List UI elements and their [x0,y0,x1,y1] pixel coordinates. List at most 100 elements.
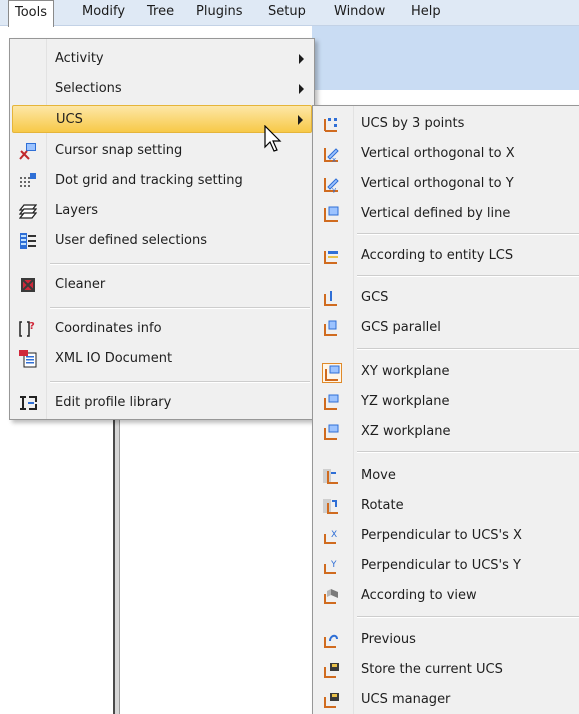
svg-text:y: y [332,186,336,193]
ucs-store-current-item[interactable]: Store the current UCS [315,656,577,684]
menu-item-label: Vertical orthogonal to Y [361,176,514,191]
move-ucs-icon [323,469,338,484]
menu-separator [50,307,310,309]
perpendicular-y-icon: Y [324,560,337,574]
layers-icon [19,204,37,219]
menu-item-xml-io[interactable]: XML IO Document [12,345,312,373]
menu-item-label: GCS parallel [361,320,441,335]
menu-item-label: User defined selections [55,233,208,248]
menu-item-label: Cursor snap setting [55,143,183,158]
menu-item-label: According to entity LCS [361,248,514,263]
menu-help[interactable]: Help [405,0,447,25]
menu-item-label: Coordinates info [55,321,162,336]
menu-separator [357,233,579,235]
gcs-parallel-icon [324,320,337,336]
menu-item-label: Previous [361,632,416,647]
cleaner-icon [21,278,35,292]
menu-item-label: Perpendicular to UCS's X [361,528,522,543]
menu-item-label: XML IO Document [55,351,173,366]
xz-workplane-icon [324,424,339,440]
according-to-view-icon [324,589,338,604]
ucs-move-item[interactable]: Move [315,462,577,490]
menu-item-selections[interactable]: Selections [12,75,312,103]
submenu-arrow-icon [298,115,303,125]
menu-item-layers[interactable]: Layers [12,197,312,225]
ucs-vertical-y-item[interactable]: y Vertical orthogonal to Y [315,170,577,198]
menu-separator [357,348,579,350]
ucs-vertical-x-item[interactable]: x Vertical orthogonal to X [315,140,577,168]
tools-menu: Activity Selections UCS Cursor snap sett… [9,38,315,420]
ucs-gcs-item[interactable]: GCS [315,284,577,312]
menu-setup[interactable]: Setup [262,0,312,25]
menu-tree[interactable]: Tree [141,0,180,25]
menu-tools[interactable]: Tools [8,0,55,27]
menu-item-label: Activity [55,51,104,66]
svg-text:Y: Y [330,560,337,570]
menu-item-label: Rotate [361,498,404,513]
store-ucs-icon [324,663,339,678]
menu-item-label: GCS [361,290,389,305]
yz-workplane-icon [324,394,339,410]
xy-workplane-icon [322,363,342,383]
pane-splitter[interactable] [113,420,120,714]
ucs-by-3-points-item[interactable]: UCS by 3 points [315,110,577,138]
submenu-arrow-icon [299,54,304,64]
ucs-perp-x-item[interactable]: X Perpendicular to UCS's X [315,522,577,550]
menu-item-label: Move [361,468,396,483]
user-selections-icon [20,233,36,249]
xml-document-icon [19,350,37,368]
rotate-ucs-icon [323,499,338,514]
dot-grid-icon [20,173,36,187]
menu-separator [357,275,579,277]
menu-separator [357,451,579,453]
pane-header [312,24,579,90]
menu-item-cleaner[interactable]: Cleaner [12,271,312,299]
vertical-orthogonal-y-icon: y [324,178,339,193]
menu-item-coordinates-info[interactable]: ? Coordinates info [12,315,312,343]
menu-item-label: Edit profile library [55,395,172,410]
vertical-orthogonal-x-icon: x [324,148,339,163]
menu-item-user-selections[interactable]: User defined selections [12,227,312,255]
menu-modify[interactable]: Modify [76,0,131,25]
ucs-xz-workplane-item[interactable]: XZ workplane [315,418,577,446]
menu-window[interactable]: Window [328,0,391,25]
svg-text:X: X [331,530,337,540]
menu-item-label: XY workplane [361,364,450,379]
perpendicular-x-icon: X [324,530,337,544]
coordinates-info-icon: ? [19,321,35,337]
cursor-snap-icon [19,143,36,160]
entity-lcs-icon [324,251,338,264]
menu-item-label: Vertical orthogonal to X [361,146,515,161]
menu-item-label: Store the current UCS [361,662,503,677]
ucs-manager-item[interactable]: UCS manager [315,686,577,714]
menu-item-label: Dot grid and tracking setting [55,173,243,188]
menu-bar: Tools Modify Tree Plugins Setup Window H… [0,0,579,27]
ucs-rotate-item[interactable]: Rotate [315,492,577,520]
menu-item-label: XZ workplane [361,424,451,439]
ucs-manager-icon [324,693,339,708]
menu-item-label: UCS by 3 points [361,116,465,131]
ucs-entity-lcs-item[interactable]: According to entity LCS [315,242,577,270]
menu-item-label: Perpendicular to UCS's Y [361,558,521,573]
menu-item-label: Cleaner [55,277,106,292]
ucs-vertical-line-item[interactable]: Vertical defined by line [315,200,577,228]
mouse-pointer-icon [264,125,282,152]
menu-item-label: Layers [55,203,99,218]
ucs-previous-item[interactable]: Previous [315,626,577,654]
menu-item-profile-library[interactable]: Edit profile library [12,389,312,417]
ucs-gcs-parallel-item[interactable]: GCS parallel [315,314,577,342]
menu-separator [357,616,579,618]
gcs-icon [324,291,337,306]
menu-item-activity[interactable]: Activity [12,45,312,73]
menu-item-label: UCS manager [361,692,451,707]
ucs-xy-workplane-item[interactable]: XY workplane [315,358,577,386]
ucs-perp-y-item[interactable]: Y Perpendicular to UCS's Y [315,552,577,580]
ucs-yz-workplane-item[interactable]: YZ workplane [315,388,577,416]
svg-text:x: x [332,156,336,163]
menu-item-label: UCS [56,112,83,127]
menu-item-label: Vertical defined by line [361,206,511,221]
menu-plugins[interactable]: Plugins [190,0,249,25]
ucs-according-view-item[interactable]: According to view [315,582,577,610]
menu-item-dot-grid[interactable]: Dot grid and tracking setting [12,167,312,195]
menu-item-label: YZ workplane [361,394,450,409]
